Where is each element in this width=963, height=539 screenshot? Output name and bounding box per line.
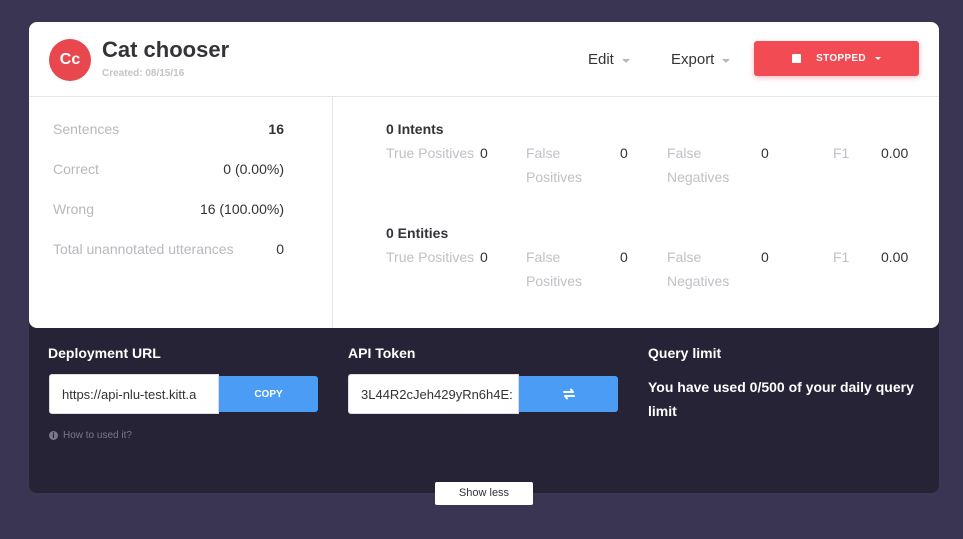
- edit-menu[interactable]: Edit: [588, 51, 630, 68]
- entities-fn-label: False Negatives: [667, 249, 730, 289]
- stat-value-unannotated: 0: [276, 241, 284, 257]
- deployment-url-label: Deployment URL: [48, 345, 161, 361]
- entities-fp-value: 0: [620, 249, 628, 265]
- entities-title: 0 Entities: [386, 225, 449, 241]
- intents-tp-label: True Positives: [386, 145, 475, 161]
- refresh-token-button[interactable]: [519, 376, 618, 412]
- intents-f1-label: F1: [833, 145, 850, 161]
- edit-menu-label: Edit: [588, 51, 614, 68]
- intents-title: 0 Intents: [386, 121, 444, 137]
- api-token-label: API Token: [348, 345, 416, 361]
- stat-label-unannotated: Total unannotated utterances: [53, 241, 234, 257]
- stat-label-wrong: Wrong: [53, 201, 94, 217]
- created-date: Created: 08/15/16: [102, 68, 185, 79]
- page-title: Cat chooser: [102, 37, 230, 62]
- export-menu-label: Export: [671, 51, 715, 68]
- query-usage-text: You have used 0/500 of your daily query …: [648, 375, 928, 423]
- intents-fn-label: False Negatives: [667, 145, 730, 185]
- stat-value-correct: 0 (0.00%): [223, 161, 284, 177]
- query-usage-prefix: You have used: [648, 379, 750, 395]
- entities-fn-value: 0: [761, 249, 769, 265]
- card-header: Cc Cat chooser Created: 08/15/16 Edit Ex…: [29, 22, 939, 97]
- avatar: Cc: [49, 39, 91, 81]
- chevron-down-icon: [621, 58, 630, 63]
- model-card: Cc Cat chooser Created: 08/15/16 Edit Ex…: [29, 22, 939, 328]
- divider: [332, 97, 333, 328]
- intents-f1-value: 0.00: [881, 145, 909, 161]
- entities-fp-label: False Positives: [526, 249, 583, 289]
- entities-tp-label: True Positives: [386, 249, 475, 265]
- query-usage-count: 0/500: [749, 379, 785, 395]
- deployment-url-field[interactable]: https://api-nlu-test.kitt.a: [49, 374, 219, 414]
- export-menu[interactable]: Export: [671, 51, 731, 68]
- status-label: STOPPED: [816, 53, 866, 64]
- help-link-label: How to used it?: [63, 430, 132, 441]
- help-link[interactable]: i How to used it?: [49, 430, 132, 441]
- show-less-button[interactable]: Show less: [435, 482, 533, 505]
- refresh-icon: [562, 388, 575, 400]
- chevron-down-icon: [722, 58, 731, 63]
- stat-value-wrong: 16 (100.00%): [199, 201, 284, 217]
- stop-icon: [792, 54, 802, 63]
- copy-button[interactable]: COPY: [219, 376, 318, 412]
- intents-tp-value: 0: [480, 145, 488, 161]
- stat-value-sentences: 16: [268, 121, 284, 137]
- entities-tp-value: 0: [480, 249, 488, 265]
- entities-f1-value: 0.00: [881, 249, 909, 265]
- stat-label-sentences: Sentences: [53, 121, 120, 137]
- intents-fp-label: False Positives: [526, 145, 583, 185]
- intents-fn-value: 0: [761, 145, 769, 161]
- stat-label-correct: Correct: [53, 161, 99, 177]
- intents-fp-value: 0: [620, 145, 628, 161]
- status-button[interactable]: STOPPED: [754, 41, 919, 76]
- chevron-down-icon: [874, 57, 881, 60]
- info-icon: i: [49, 431, 58, 440]
- api-token-field[interactable]: 3L44R2cJeh429yRn6h4E:: [348, 374, 519, 414]
- query-limit-label: Query limit: [648, 345, 722, 361]
- entities-f1-label: F1: [833, 249, 850, 265]
